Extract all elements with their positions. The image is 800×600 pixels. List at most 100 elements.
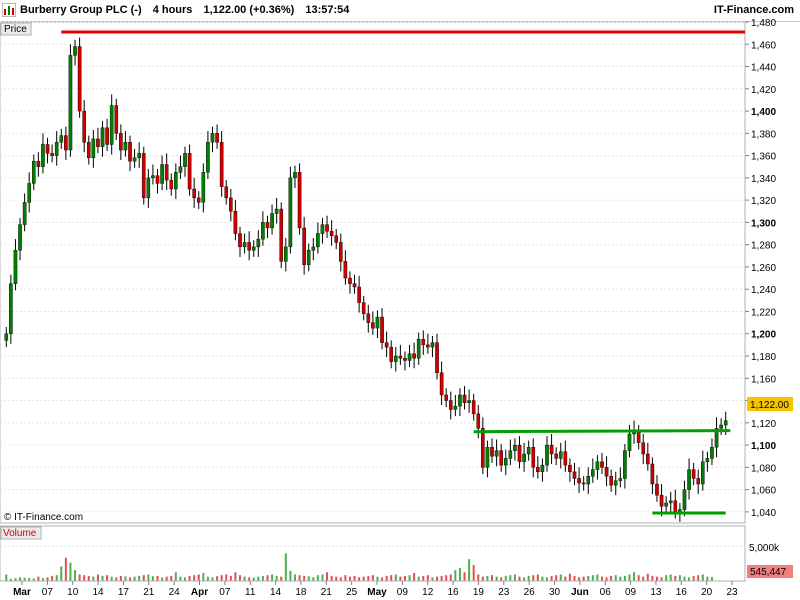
volume-bar bbox=[193, 575, 196, 581]
volume-bar bbox=[491, 575, 494, 581]
volume-bar bbox=[243, 576, 246, 581]
price-panel-label: Price bbox=[4, 24, 27, 35]
volume-bar bbox=[216, 576, 219, 581]
volume-bar bbox=[64, 557, 67, 581]
x-tick-label: Apr bbox=[191, 587, 208, 598]
volume-bar bbox=[458, 567, 461, 581]
x-tick-label: 16 bbox=[448, 587, 460, 598]
volume-bar bbox=[293, 574, 296, 581]
volume-bar bbox=[600, 576, 603, 581]
volume-bar bbox=[678, 575, 681, 581]
volume-bar bbox=[138, 575, 141, 581]
volume-bar bbox=[646, 573, 649, 581]
volume-bar bbox=[605, 577, 608, 581]
volume-bar bbox=[326, 572, 329, 581]
x-tick-label: 09 bbox=[625, 587, 637, 598]
candle bbox=[68, 44, 73, 157]
x-tick-label: 25 bbox=[346, 587, 358, 598]
volume-bar bbox=[376, 576, 379, 581]
y-tick-label: 1,100 bbox=[751, 441, 776, 452]
volume-bar bbox=[197, 574, 200, 581]
price-axis: 1,0401,0601,0801,1001,1201,1401,1601,180… bbox=[745, 18, 776, 519]
volume-bar bbox=[385, 575, 388, 581]
volume-bar bbox=[321, 574, 324, 581]
volume-bar bbox=[399, 576, 402, 581]
volume-bar bbox=[46, 577, 49, 581]
volume-bar bbox=[362, 576, 365, 581]
volume-bar bbox=[133, 576, 136, 581]
volume-bar bbox=[637, 575, 640, 581]
x-axis: Mar 07 10 14 17 21 24 Apr 07 11 14 18 21 25 May 09 12 16 1… bbox=[13, 581, 738, 598]
volume-bar bbox=[271, 574, 274, 581]
x-tick-label: Mar bbox=[13, 587, 31, 598]
y-tick-label: 1,380 bbox=[751, 129, 776, 140]
x-tick-label: 24 bbox=[169, 587, 181, 598]
volume-bar bbox=[261, 575, 264, 581]
y-tick-label: 1,480 bbox=[751, 18, 776, 29]
volume-bar bbox=[582, 576, 585, 581]
volume-bar bbox=[486, 575, 489, 581]
y-tick-label: 1,180 bbox=[751, 352, 776, 363]
volume-bar bbox=[477, 574, 480, 581]
y-tick-label: 1,360 bbox=[751, 152, 776, 163]
volume-bar bbox=[701, 574, 704, 581]
x-tick-label: 10 bbox=[67, 587, 79, 598]
candle bbox=[288, 166, 293, 254]
volume-bar bbox=[610, 575, 613, 581]
volume-bar bbox=[298, 575, 301, 581]
volume-bar bbox=[344, 575, 347, 581]
volume-bar bbox=[184, 577, 186, 581]
last-price-label: 1,122.00 bbox=[750, 400, 789, 411]
volume-bar bbox=[257, 576, 260, 581]
volume-bar bbox=[312, 577, 315, 581]
y-tick-label: 1,220 bbox=[751, 307, 776, 318]
y-tick-label: 1,040 bbox=[751, 508, 776, 519]
volume-bar bbox=[124, 576, 127, 581]
volume-bar bbox=[550, 575, 553, 581]
y-tick-label: 1,460 bbox=[751, 40, 776, 51]
y-tick-label: 1,320 bbox=[751, 196, 776, 207]
volume-bar bbox=[674, 575, 677, 581]
y-tick-label: 1,420 bbox=[751, 85, 776, 96]
x-tick-label: 21 bbox=[143, 587, 155, 598]
x-tick-label: 20 bbox=[701, 587, 713, 598]
x-tick-label: 06 bbox=[600, 587, 612, 598]
volume-bar bbox=[234, 572, 237, 581]
volume-bar bbox=[436, 576, 439, 581]
volume-bar bbox=[225, 574, 228, 581]
volume-bar bbox=[106, 575, 109, 581]
volume-bar bbox=[669, 574, 672, 581]
volume-bar bbox=[578, 577, 581, 581]
volume-bar bbox=[449, 574, 452, 581]
volume-bar bbox=[573, 575, 576, 581]
volume-bar bbox=[495, 576, 498, 581]
volume-bar bbox=[170, 575, 173, 581]
volume-bar bbox=[119, 575, 122, 581]
x-tick-label: 19 bbox=[473, 587, 485, 598]
volume-bar bbox=[596, 574, 599, 581]
candle bbox=[77, 37, 82, 118]
volume-bar bbox=[623, 575, 626, 581]
volume-bar bbox=[69, 562, 72, 581]
volume-bar bbox=[413, 572, 416, 581]
volume-bar bbox=[101, 575, 104, 581]
volume-bar bbox=[147, 574, 150, 581]
volume-bar bbox=[523, 577, 526, 581]
y-tick-label: 1,400 bbox=[751, 107, 776, 118]
volume-bar bbox=[96, 574, 99, 581]
x-tick-label: 17 bbox=[118, 587, 130, 598]
x-tick-label: 23 bbox=[726, 587, 738, 598]
volume-bar bbox=[587, 575, 590, 581]
volume-bar bbox=[665, 575, 668, 581]
volume-bar bbox=[660, 577, 663, 581]
volume-bar bbox=[513, 574, 516, 581]
volume-bar bbox=[381, 577, 384, 581]
volume-bar bbox=[692, 575, 695, 581]
x-tick-label: Jun bbox=[571, 587, 589, 598]
volume-bar bbox=[394, 574, 397, 581]
y-tick-label: 1,260 bbox=[751, 263, 776, 274]
volume-bar bbox=[463, 572, 466, 581]
x-tick-label: 30 bbox=[549, 587, 561, 598]
support-mid-line bbox=[473, 429, 731, 434]
volume-bar bbox=[202, 572, 205, 581]
